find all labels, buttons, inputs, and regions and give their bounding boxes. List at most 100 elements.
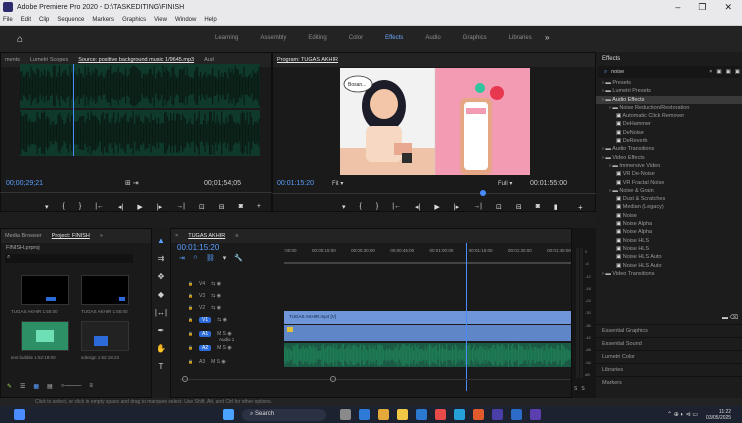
system-tray-icons[interactable]: ⌃ ⊕ ◐ ⊲ ▭ [667,411,698,418]
selection-tool-icon[interactable]: ▲ [157,236,165,245]
chrome-icon[interactable] [378,409,389,420]
effects-bottom-panel-tab[interactable]: Libraries [596,363,742,376]
effects-tree-item[interactable]: ▣ DeReverb [596,137,742,145]
track-name[interactable]: V2 [199,305,205,311]
track-name[interactable]: A2 [198,344,212,351]
tab-project[interactable]: Project: FINISH [52,233,90,239]
workspace-editing[interactable]: Editing [308,35,326,41]
insert-nest-icon[interactable]: ⇥ [179,254,185,262]
menu-clip[interactable]: Clip [39,17,49,23]
effects-tree-item[interactable]: › ▬ Noise & Grain [596,187,742,195]
program-play-icon[interactable]: ▶ [434,203,439,211]
lock-icon[interactable]: 🔒 [188,359,193,364]
freeform-view-icon[interactable]: ▤ [47,383,53,390]
effects-tree-item[interactable]: ▣ Dust & Scratches [596,195,742,203]
sort-icon[interactable]: ≡ [89,383,93,390]
effects-tree-item[interactable]: ▣ Median (Legacy) [596,203,742,211]
effects-tree-item[interactable]: ▣ VR De-Noise [596,170,742,178]
project-thumb-2[interactable] [81,275,129,305]
new-bin-icon[interactable]: ▬ ⌫ [722,314,738,321]
timeline-timecode[interactable]: 00:01:15:20 [177,243,219,252]
mute-solo-icon[interactable]: M S ◉ [217,331,232,337]
pen-tool-icon[interactable]: ✒ [158,326,165,335]
lift-icon[interactable]: ⊡ [496,203,502,211]
file-explorer-icon[interactable] [397,409,408,420]
effects-tree-item[interactable]: › ▬ Audio Transitions [596,145,742,153]
program-step-back-icon[interactable]: ◂| [415,203,420,211]
overwrite-icon[interactable]: ⊟ [219,203,225,211]
source-timecode-current[interactable]: 00;00;29;21 [6,180,43,187]
program-timecode-current[interactable]: 00:01:15:20 [277,180,314,187]
accelerated-effects-icon[interactable]: ▣ [716,69,721,75]
tab-audio[interactable]: Aud [204,57,214,63]
icon-view-icon[interactable]: ▦ [33,383,39,390]
tab-timeline[interactable]: TUGAS AKHIR [188,233,225,239]
effects-tree-item[interactable]: ▣ DeHammer [596,120,742,128]
effects-tree-item[interactable]: ▣ Noise HLS [596,245,742,253]
tab-ments[interactable]: ments [5,57,20,63]
program-add-button-icon[interactable]: + [578,203,583,212]
go-to-out-icon[interactable]: →| [176,203,185,211]
effects-tree-item[interactable]: ▣ Noise Alpha [596,228,742,236]
comparison-view-icon[interactable]: ▮ [554,203,558,211]
step-back-icon[interactable]: ◂| [118,203,123,211]
wrench-icon[interactable]: 🔧 [234,254,243,262]
project-more-tabs[interactable]: » [100,233,103,239]
timeline-menu-icon[interactable]: ≡ [235,233,238,239]
track-name[interactable]: A1 [198,330,212,337]
menu-sequence[interactable]: Sequence [57,17,84,23]
effects-tree-item[interactable]: ▣ Noise Alpha [596,220,742,228]
ripple-edit-tool-icon[interactable]: ✥ [158,272,165,281]
workspace-assembly[interactable]: Assembly [260,35,286,41]
effects-bottom-panel-tab[interactable]: Markers [596,376,742,389]
track-name[interactable]: V3 [199,293,205,299]
store-icon[interactable] [416,409,427,420]
toggle-track-output-icon[interactable]: ⇆ ◉ [211,293,221,299]
tab-media-browser[interactable]: Media Browser [5,233,42,239]
workspace-color[interactable]: Color [349,35,363,41]
program-marker-icon[interactable]: ▾ [342,203,346,211]
menu-graphics[interactable]: Graphics [122,17,146,23]
program-export-frame-icon[interactable]: ◙ [536,203,540,211]
effects-tree-item[interactable]: ▣ Noise HLS Auto [596,262,742,270]
mute-solo-icon[interactable]: M S ◉ [217,345,232,351]
lock-icon[interactable]: 🔒 [188,293,193,298]
effects-tree-item[interactable]: ▣ Noise [596,212,742,220]
list-view-icon[interactable]: ☰ [20,383,25,390]
program-scrub-bar[interactable] [272,193,596,198]
effects-bottom-panel-tab[interactable]: Lumetri Color [596,350,742,363]
fit-dropdown[interactable]: Fit ▾ [332,180,343,187]
lock-icon[interactable]: 🔒 [188,317,193,322]
track-name[interactable]: V4 [199,281,205,287]
project-search-input[interactable]: ⌕ [5,254,133,263]
app-icon-1[interactable] [359,409,370,420]
effects-tree-item[interactable]: › ▬ Video Transitions [596,270,742,278]
close-button[interactable]: ✕ [724,2,732,13]
timeline-playhead[interactable] [466,243,467,391]
slip-tool-icon[interactable]: |↔| [155,308,167,317]
timeline-close-icon[interactable]: × [175,233,178,239]
extract-icon[interactable]: ⊟ [516,203,522,211]
audio-clip-waveform[interactable] [284,343,571,367]
project-thumb-3[interactable] [21,321,69,351]
quality-dropdown[interactable]: Full ▾ [498,180,512,187]
time-ruler[interactable]: :00:00 00:00:15:00 00:00:30:00 00:00:45:00 0… [284,246,571,260]
solo-left-button[interactable]: S [574,386,577,392]
program-mark-in-icon[interactable]: { [360,203,362,211]
effects-tree-item[interactable]: › ▬ Presets [596,79,742,87]
app-icon-2[interactable] [435,409,446,420]
source-scrub-bar[interactable] [0,192,272,198]
yuv-effects-icon[interactable]: ▣ [735,69,740,75]
workspace-graphics[interactable]: Graphics [463,35,487,41]
premiere-taskbar-icon[interactable] [530,409,541,420]
track-name[interactable]: A3 [199,359,205,365]
effects-bottom-panel-tab[interactable]: Essential Sound [596,337,742,350]
type-tool-icon[interactable]: T [159,362,164,371]
tab-program[interactable]: Program: TUGAS AKHIR [277,57,338,63]
step-forward-icon[interactable]: |▸ [157,203,162,211]
effects-tree-item[interactable]: › ▬ Noise Reduction/Restoration [596,104,742,112]
solo-right-button[interactable]: S [581,386,584,392]
workspace-audio[interactable]: Audio [425,35,440,41]
pencil-icon[interactable]: ✎ [7,383,12,390]
effects-tree-item[interactable]: › ▬ Lumetri Presets [596,87,742,95]
